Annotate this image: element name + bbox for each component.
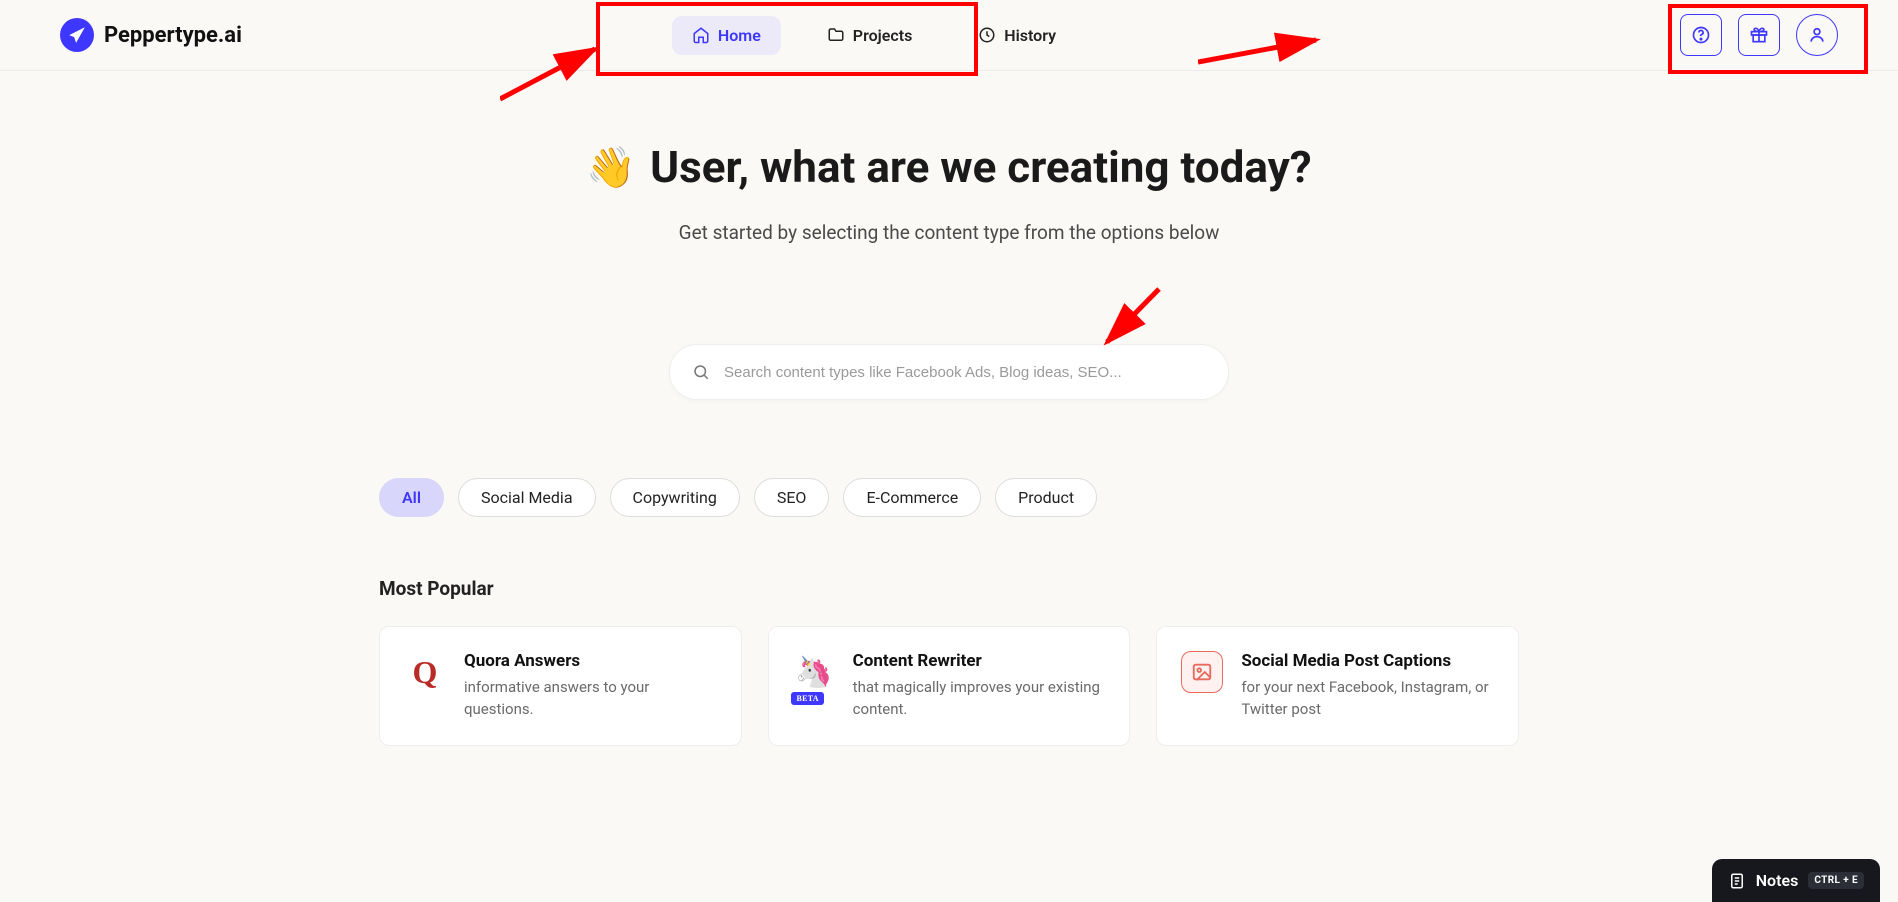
search-input[interactable] — [724, 364, 1206, 381]
nav-projects-label: Projects — [853, 26, 913, 45]
hero: 👋 User, what are we creating today? Get … — [249, 141, 1649, 244]
nav-history-label: History — [1004, 26, 1056, 45]
card-content-rewriter[interactable]: 🦄 BETA Content Rewriter that magically i… — [768, 626, 1131, 746]
clock-icon — [978, 26, 996, 44]
card-grid: Q Quora Answers informative answers to y… — [379, 626, 1519, 746]
app-header: Peppertype.ai Home Projects History — [0, 0, 1898, 71]
chip-all[interactable]: All — [379, 478, 444, 517]
chip-social-media[interactable]: Social Media — [458, 478, 596, 517]
chip-copywriting[interactable]: Copywriting — [610, 478, 740, 517]
card-body: Content Rewriter that magically improves… — [853, 651, 1106, 721]
hero-title: 👋 User, what are we creating today? — [586, 141, 1311, 193]
user-icon — [1807, 25, 1827, 45]
gift-button[interactable] — [1738, 14, 1780, 56]
beta-badge: BETA — [791, 692, 823, 705]
search-icon — [692, 363, 710, 381]
profile-button[interactable] — [1796, 14, 1838, 56]
card-body: Quora Answers informative answers to you… — [464, 651, 717, 721]
nav-projects[interactable]: Projects — [807, 16, 933, 55]
card-title: Content Rewriter — [853, 651, 1106, 671]
nav-home-label: Home — [718, 26, 761, 45]
card-desc: for your next Facebook, Instagram, or Tw… — [1241, 677, 1494, 721]
help-button[interactable] — [1680, 14, 1722, 56]
quora-icon: Q — [404, 651, 446, 693]
help-circle-icon — [1691, 25, 1711, 45]
folder-icon — [827, 26, 845, 44]
card-quora-answers[interactable]: Q Quora Answers informative answers to y… — [379, 626, 742, 746]
notes-icon — [1728, 872, 1746, 890]
header-actions — [1680, 14, 1838, 56]
notes-label: Notes — [1756, 871, 1799, 890]
section-most-popular: Most Popular — [379, 577, 1649, 600]
brand: Peppertype.ai — [60, 18, 242, 52]
card-title: Quora Answers — [464, 651, 717, 671]
chip-product[interactable]: Product — [995, 478, 1097, 517]
brand-logo-icon — [60, 18, 94, 52]
top-nav: Home Projects History — [672, 16, 1076, 55]
chip-ecommerce[interactable]: E-Commerce — [843, 478, 981, 517]
card-title: Social Media Post Captions — [1241, 651, 1494, 671]
home-icon — [692, 26, 710, 44]
hero-title-text: User, what are we creating today? — [650, 141, 1312, 193]
card-body: Social Media Post Captions for your next… — [1241, 651, 1494, 721]
search-container — [669, 344, 1229, 400]
notes-widget[interactable]: Notes CTRL + E — [1712, 859, 1880, 902]
card-desc: informative answers to your questions. — [464, 677, 717, 721]
wave-emoji-icon: 👋 — [586, 144, 636, 191]
nav-history[interactable]: History — [958, 16, 1076, 55]
nav-home[interactable]: Home — [672, 16, 781, 55]
card-desc: that magically improves your existing co… — [853, 677, 1106, 721]
category-chips: All Social Media Copywriting SEO E-Comme… — [379, 478, 1649, 517]
main-content: 👋 User, what are we creating today? Get … — [229, 71, 1669, 786]
hero-subtitle: Get started by selecting the content typ… — [249, 221, 1649, 244]
unicorn-icon: 🦄 BETA — [793, 651, 835, 693]
card-social-captions[interactable]: Social Media Post Captions for your next… — [1156, 626, 1519, 746]
image-icon — [1181, 651, 1223, 693]
chip-seo[interactable]: SEO — [754, 478, 830, 517]
notes-shortcut: CTRL + E — [1808, 872, 1864, 889]
gift-icon — [1749, 25, 1769, 45]
brand-name: Peppertype.ai — [104, 23, 242, 48]
search-field[interactable] — [669, 344, 1229, 400]
